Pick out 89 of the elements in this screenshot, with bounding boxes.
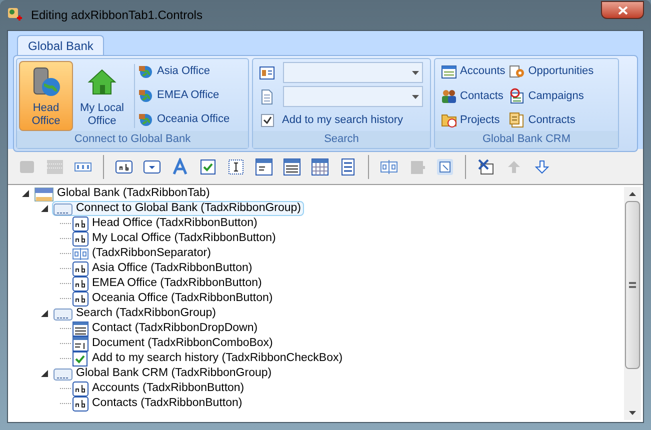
dropdown-arrow-icon: [412, 70, 419, 74]
checkbox[interactable]: [261, 114, 274, 127]
expanded-arrow-icon[interactable]: [41, 310, 48, 317]
toolbar-button[interactable]: [253, 156, 275, 178]
grid-icon: [311, 158, 329, 176]
expanded-arrow-icon[interactable]: [41, 370, 48, 377]
checkbox-label: Add to my search history: [282, 113, 404, 128]
group-label: Global Bank CRM: [435, 131, 618, 148]
text-box-icon: [72, 216, 89, 232]
split-box-icon: [380, 158, 398, 176]
ribbon-button[interactable]: Contracts: [509, 110, 594, 131]
scroll-thumb[interactable]: [625, 201, 640, 369]
panel-icon: [53, 306, 73, 322]
tree-item[interactable]: My Local Office (TadxRibbonButton): [71, 231, 279, 246]
spin-list-icon: [255, 158, 273, 176]
list-icon: [72, 320, 89, 336]
ribbon-button[interactable]: Opportunities: [509, 61, 594, 82]
ribbon-button[interactable]: Accounts: [441, 61, 506, 82]
expanded-arrow-icon[interactable]: [22, 190, 29, 197]
tree-item[interactable]: Search (TadxRibbonGroup): [52, 306, 219, 321]
combo-field[interactable]: [283, 62, 423, 83]
people-icon: [441, 88, 457, 104]
tree-item[interactable]: Connect to Global Bank (TadxRibbonGroup): [52, 201, 304, 216]
tree-item[interactable]: Asia Office (TadxRibbonButton): [71, 261, 256, 276]
text-box-icon: [115, 158, 133, 176]
arrow-down-icon: [533, 158, 551, 176]
ribbon-button[interactable]: Campaigns: [509, 85, 594, 106]
toolbar-button[interactable]: [309, 156, 331, 178]
dropdown-icon: [143, 158, 161, 176]
chart-icon: [509, 88, 526, 104]
resize-box-icon: [436, 158, 454, 176]
tree-item[interactable]: Document (TadxRibbonComboBox): [71, 336, 276, 351]
ribbon-tab[interactable]: Global Bank: [17, 35, 104, 56]
text-box-icon: [72, 290, 89, 306]
tree-item[interactable]: Contact (TadxRibbonDropDown): [71, 321, 261, 336]
text-box-icon: [72, 230, 89, 246]
panel-icon: [53, 200, 73, 216]
spin-list-icon: [72, 336, 89, 352]
ribbon-button[interactable]: Contacts: [441, 85, 506, 106]
separator-boxes-icon: [72, 246, 89, 262]
close-button[interactable]: [601, 1, 644, 19]
globe-icon: [138, 112, 154, 128]
ribbon-button[interactable]: EMEA Office: [138, 85, 230, 106]
globe-icon: [138, 88, 154, 104]
tree-item[interactable]: Oceania Office (TadxRibbonButton): [71, 291, 276, 306]
rows-icon: [46, 158, 64, 176]
tree-item[interactable]: Add to my search history (TadxRibbonCheckBox): [71, 351, 346, 366]
ribbon-large-button[interactable]: My Local Office: [75, 61, 129, 131]
tree-item[interactable]: Global Bank (TadxRibbonTab): [33, 186, 213, 201]
ribbon-large-button[interactable]: Head Office: [19, 61, 73, 131]
window-title: Editing adxRibbonTab1.Controls: [31, 7, 202, 24]
text-box-icon: [72, 260, 89, 276]
text-box-icon: [72, 276, 89, 292]
document-gear-icon: [509, 64, 526, 80]
tree-item[interactable]: Accounts (TadxRibbonButton): [71, 381, 248, 396]
checkbox-icon: [72, 350, 89, 366]
combo-field[interactable]: [283, 86, 423, 107]
ribbon-button[interactable]: Asia Office: [138, 61, 230, 82]
group-label: Search: [253, 131, 430, 148]
tree-item[interactable]: EMEA Office (TadxRibbonButton): [71, 276, 265, 291]
text-box-icon: [72, 380, 89, 396]
clipboard-icon: [509, 112, 526, 128]
tree-item[interactable]: (TadxRibbonSeparator): [71, 246, 214, 261]
delete-window-icon: [477, 158, 495, 176]
globe-icon: [138, 64, 154, 80]
letter-shape-icon: [171, 158, 189, 176]
tree-item[interactable]: Contacts (TadxRibbonButton): [71, 396, 246, 411]
text-box-icon: [72, 396, 89, 412]
contact-card-icon: [259, 64, 275, 80]
expanded-arrow-icon[interactable]: [41, 205, 48, 212]
tree-item[interactable]: Global Bank CRM (TadxRibbonGroup): [52, 366, 275, 381]
ribbon-button[interactable]: Projects: [441, 110, 506, 131]
group-label: Connect to Global Bank: [17, 131, 248, 148]
folder-clock-icon: [441, 112, 457, 128]
scrollbar[interactable]: [624, 187, 641, 420]
calendar-icon: [441, 64, 457, 80]
form-icon: [339, 158, 357, 176]
text-cursor-icon: [227, 158, 245, 176]
ribbon-button[interactable]: Oceania Office: [138, 109, 230, 130]
checkbox-icon: [199, 158, 217, 176]
tree-item[interactable]: Head Office (TadxRibbonButton): [71, 216, 260, 231]
close-icon: [618, 6, 628, 14]
panel-icon: [53, 366, 73, 382]
checkmark-icon: [263, 116, 272, 125]
document-icon: [259, 88, 275, 104]
app-icon: [7, 7, 23, 23]
dropdown-arrow-icon: [412, 94, 419, 98]
list-icon: [283, 158, 301, 176]
toolbar-button[interactable]: [281, 156, 303, 178]
